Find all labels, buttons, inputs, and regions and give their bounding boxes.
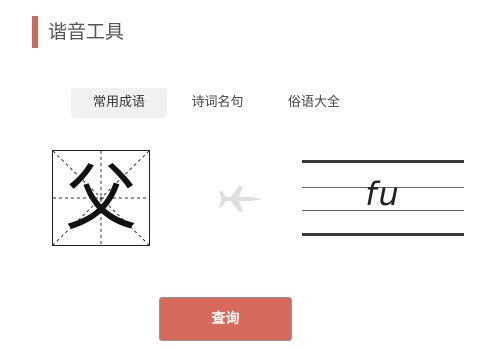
airplane-icon — [219, 186, 263, 212]
tab-common-idioms[interactable]: 常用成语 — [71, 88, 167, 118]
query-button[interactable]: 查询 — [159, 297, 292, 341]
header-accent-bar — [32, 16, 38, 48]
pinyin-line-top — [302, 160, 464, 163]
tab-famous-poems[interactable]: 诗词名句 — [175, 88, 260, 118]
pinyin-line-bottom — [302, 233, 464, 236]
pinyin-text: fu — [365, 175, 401, 213]
homophone-tool-panel: 谐音工具 常用成语 诗词名句 俗语大全 父 fu 查询 — [0, 0, 492, 350]
tab-proverbs[interactable]: 俗语大全 — [276, 88, 352, 118]
character-grid-box: 父 — [52, 150, 150, 246]
hanzi-character: 父 — [64, 156, 137, 240]
pinyin-lines: fu — [302, 160, 464, 236]
page-title: 谐音工具 — [48, 21, 125, 43]
